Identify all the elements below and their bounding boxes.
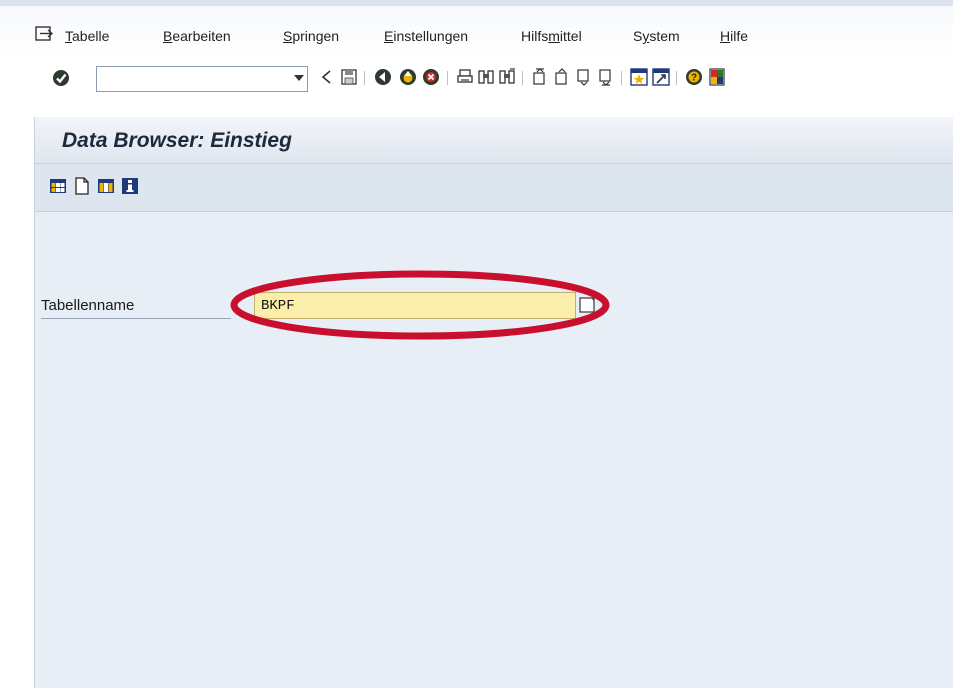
save-icon[interactable] (340, 68, 358, 86)
toolbar-separator (621, 71, 622, 85)
previous-page-icon[interactable] (553, 68, 571, 86)
shortcut-icon[interactable] (652, 68, 670, 86)
exit-icon[interactable] (399, 68, 417, 86)
menu-hilfe[interactable]: Hilfe (720, 28, 748, 44)
command-field[interactable] (96, 66, 308, 92)
menu-bearbeiten[interactable]: Bearbeiten (163, 28, 231, 44)
info-icon[interactable] (121, 177, 139, 195)
table-name-label: Tabellenname (41, 295, 231, 319)
menu-system[interactable]: System (633, 28, 680, 44)
svg-text:?: ? (691, 73, 697, 84)
chevron-down-icon[interactable] (294, 75, 304, 81)
back-arrow-icon[interactable] (318, 68, 336, 86)
table-view-icon[interactable] (97, 177, 115, 195)
create-session-icon[interactable] (630, 68, 648, 86)
toolbar-separator (364, 71, 365, 85)
menu-tabelle[interactable]: Tabelle (65, 28, 109, 44)
command-input[interactable] (97, 67, 283, 91)
new-entries-icon[interactable] (73, 177, 91, 195)
table-name-field[interactable] (254, 292, 576, 319)
main-area: Data Browser: Einstieg Tabellenname BKPF (34, 117, 953, 688)
page-title: Data Browser: Einstieg (62, 129, 292, 152)
value-help-icon[interactable] (577, 294, 599, 316)
cancel-icon[interactable] (422, 68, 440, 86)
menu-einstellungen[interactable]: Einstellungen (384, 28, 468, 44)
title-bar: Data Browser: Einstieg (35, 117, 953, 164)
print-icon[interactable] (456, 68, 474, 86)
last-page-icon[interactable] (597, 68, 615, 86)
application-toolbar (35, 164, 953, 212)
find-icon[interactable] (477, 68, 495, 86)
standard-toolbar: ? (0, 60, 953, 104)
next-page-icon[interactable] (575, 68, 593, 86)
table-contents-icon[interactable] (49, 177, 67, 195)
first-page-icon[interactable] (531, 68, 549, 86)
menu-hilfsmittel[interactable]: Hilfsmittel (521, 28, 582, 44)
toolbar-separator (447, 71, 448, 85)
enter-icon[interactable] (52, 69, 70, 87)
menu-springen[interactable]: Springen (283, 28, 339, 44)
layout-icon[interactable] (708, 68, 726, 86)
toolbar-separator (676, 71, 677, 85)
find-next-icon[interactable] (498, 68, 516, 86)
menu-bar: Tabelle Bearbeiten Springen Einstellunge… (0, 0, 953, 60)
help-icon[interactable]: ? (685, 68, 703, 86)
system-menu-icon[interactable] (34, 25, 54, 43)
table-name-input[interactable] (255, 293, 575, 318)
toolbar-separator (522, 71, 523, 85)
back-icon[interactable] (374, 68, 392, 86)
